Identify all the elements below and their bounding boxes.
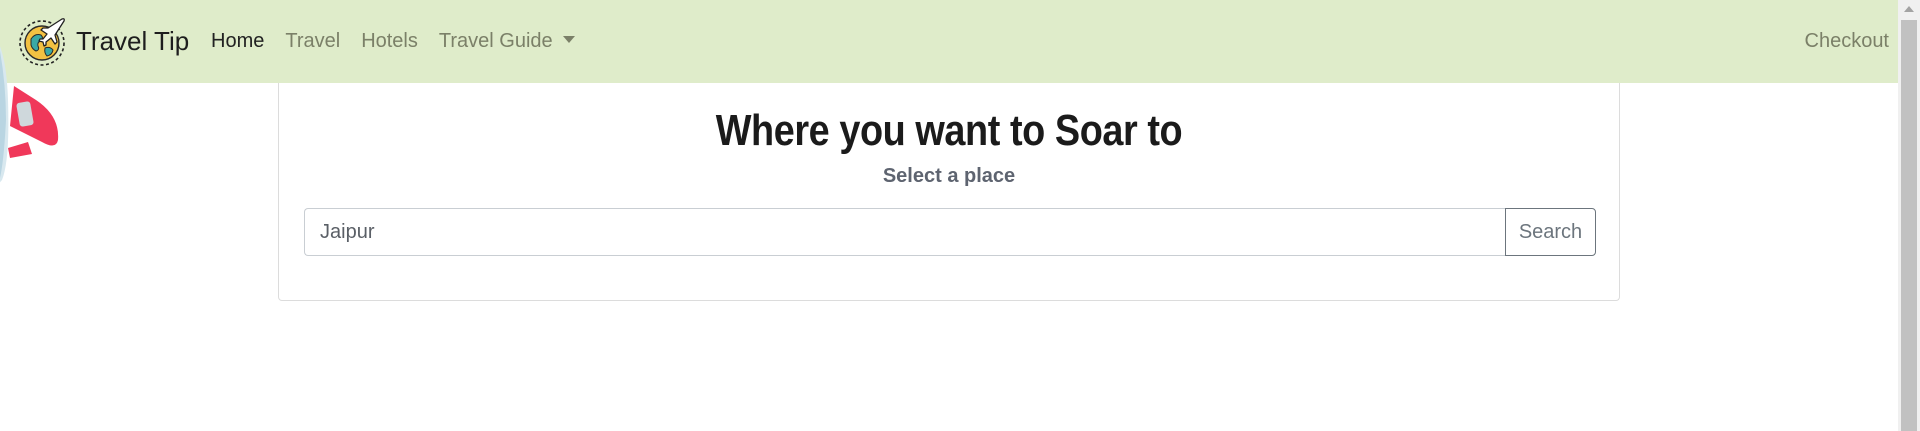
page: Travel Tip Home Travel Hotels Travel Gui… (0, 0, 1920, 431)
nav-home-link[interactable]: Home (211, 30, 264, 53)
checkout-link[interactable]: Checkout (1805, 0, 1890, 83)
search-button[interactable]: Search (1505, 208, 1596, 256)
nav-travel-link[interactable]: Travel (285, 30, 340, 53)
brand-name: Travel Tip (76, 25, 190, 56)
nav-hotels-link[interactable]: Hotels (361, 30, 418, 53)
page-subtitle: Select a place (882, 165, 1016, 187)
search-group: Search (304, 208, 1596, 256)
search-input[interactable] (304, 208, 1505, 256)
nav-travel-guide-dropdown[interactable]: Travel Guide (439, 30, 575, 53)
travel-guide-label: Travel Guide (438, 30, 553, 52)
navbar: Travel Tip Home Travel Hotels Travel Gui… (0, 0, 1898, 83)
scroll-up-arrow-icon[interactable] (1904, 6, 1914, 12)
search-card: Where you want to Soar to Select a place… (278, 83, 1620, 301)
page-title: Where you want to Soar to (715, 106, 1183, 155)
scrollbar-thumb[interactable] (1901, 20, 1917, 431)
nav-links: Home Travel Hotels Travel Guide (211, 0, 596, 83)
vertical-scrollbar[interactable] (1898, 0, 1920, 431)
caret-down-icon (562, 36, 575, 44)
airplane-icon (0, 46, 59, 183)
